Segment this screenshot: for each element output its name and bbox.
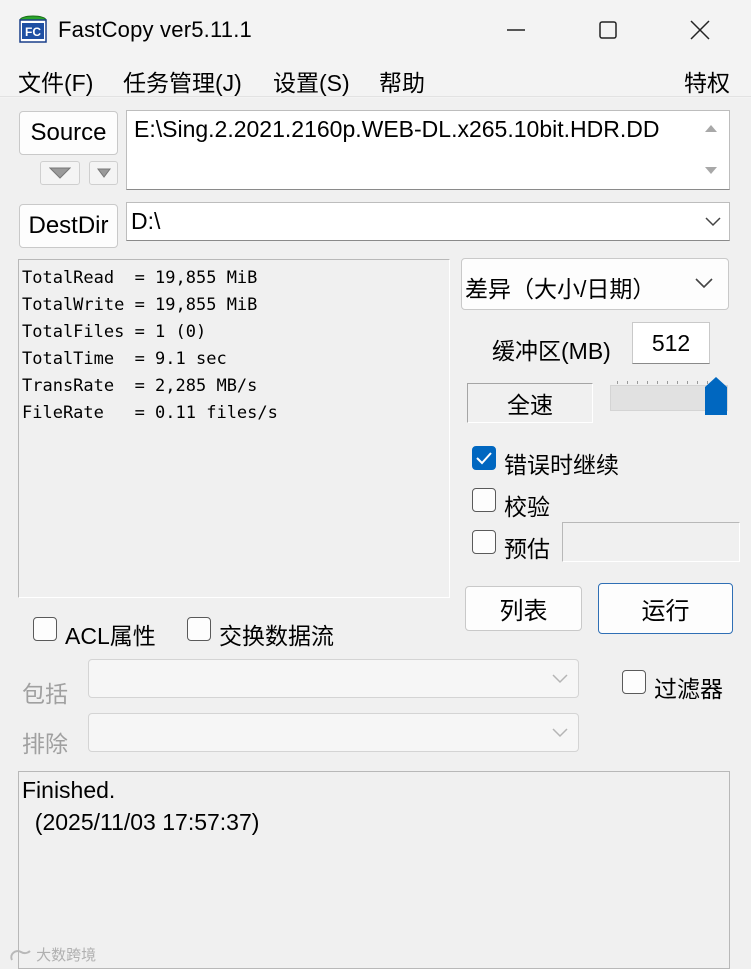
acl-label: ACL属性 — [65, 623, 156, 649]
fastcopy-app-icon: FC — [18, 15, 48, 45]
filter-label: 过滤器 — [654, 676, 723, 702]
stat-total-files: TotalFiles = 1 (0) — [22, 322, 207, 342]
watermark: 大数跨境 — [8, 944, 96, 965]
menu-divider — [0, 96, 751, 97]
maximize-button[interactable] — [578, 10, 638, 50]
watermark-text: 大数跨境 — [36, 947, 97, 964]
list-button[interactable]: 列表 — [465, 586, 582, 631]
menu-help[interactable]: 帮助 — [379, 64, 425, 98]
buffer-label: 缓冲区(MB) — [492, 338, 611, 364]
exclude-chevron-down-icon — [550, 725, 570, 744]
mode-chevron-down-icon — [693, 276, 715, 295]
scroll-down-arrow-icon[interactable] — [700, 162, 722, 183]
filter-checkbox[interactable] — [622, 670, 646, 694]
dest-path-text: D:\ — [131, 208, 161, 234]
copy-mode-selected: 差异（大小/日期） — [465, 276, 656, 302]
buffer-size-input[interactable]: 512 — [632, 322, 710, 364]
continue-on-error-label: 错误时继续 — [504, 452, 619, 478]
exclude-filter-combobox[interactable] — [88, 713, 579, 752]
stat-trans-rate: TransRate = 2,285 MB/s — [22, 376, 258, 396]
menu-bar — [0, 60, 751, 98]
estimate-label: 预估 — [504, 536, 550, 562]
include-label: 包括 — [22, 681, 68, 707]
estimate-checkbox[interactable] — [472, 530, 496, 554]
verify-label: 校验 — [504, 494, 550, 520]
minimize-icon — [507, 29, 525, 31]
menu-settings[interactable]: 设置(S) — [273, 64, 350, 98]
stat-total-read: TotalRead = 19,855 MiB — [22, 268, 258, 288]
window-title: FastCopy ver5.11.1 — [58, 17, 252, 42]
include-filter-combobox[interactable] — [88, 659, 579, 698]
exclude-label: 排除 — [22, 731, 68, 757]
estimate-field — [562, 522, 740, 562]
alt-stream-label: 交换数据流 — [219, 623, 334, 649]
small-triangle-down-icon — [96, 168, 111, 178]
maximize-icon — [599, 21, 617, 39]
speed-slider-thumb[interactable] — [705, 377, 727, 415]
verify-checkbox[interactable] — [472, 488, 496, 512]
source-button[interactable]: Source — [19, 111, 118, 155]
source-option-dropdown[interactable] — [89, 161, 118, 185]
triangle-down-icon — [49, 167, 71, 179]
source-path-text: E:\Sing.2.2021.2160p.WEB-DL.x265.10bit.H… — [134, 116, 660, 142]
stat-file-rate: FileRate = 0.11 files/s — [22, 403, 278, 423]
stat-total-write: TotalWrite = 19,855 MiB — [22, 295, 258, 315]
scroll-up-arrow-icon[interactable] — [700, 120, 722, 141]
source-history-dropdown[interactable] — [40, 161, 80, 185]
menu-privilege[interactable]: 特权 — [684, 64, 730, 98]
log-status: Finished. — [22, 777, 116, 803]
status-log-panel — [18, 771, 730, 969]
watermark-logo-icon — [10, 950, 31, 961]
stat-total-time: TotalTime = 9.1 sec — [22, 349, 227, 369]
minimize-button[interactable] — [486, 10, 546, 50]
destdir-button[interactable]: DestDir — [19, 204, 118, 248]
checkmark-icon — [476, 452, 492, 465]
continue-on-error-checkbox[interactable] — [472, 446, 496, 470]
alt-stream-checkbox[interactable] — [187, 617, 211, 641]
acl-checkbox[interactable] — [33, 617, 57, 641]
menu-task-manager[interactable]: 任务管理(J) — [123, 64, 242, 98]
include-chevron-down-icon — [550, 671, 570, 690]
close-icon — [690, 20, 710, 40]
dest-path-combobox[interactable] — [126, 202, 730, 241]
svg-text:FC: FC — [25, 25, 41, 39]
speed-label: 全速 — [467, 383, 593, 423]
log-timestamp: (2025/11/03 17:57:37) — [22, 809, 260, 835]
menu-file[interactable]: 文件(F) — [18, 64, 93, 98]
execute-button[interactable]: 运行 — [598, 583, 733, 634]
close-button[interactable] — [670, 10, 730, 50]
dest-chevron-down-icon[interactable] — [703, 214, 723, 233]
